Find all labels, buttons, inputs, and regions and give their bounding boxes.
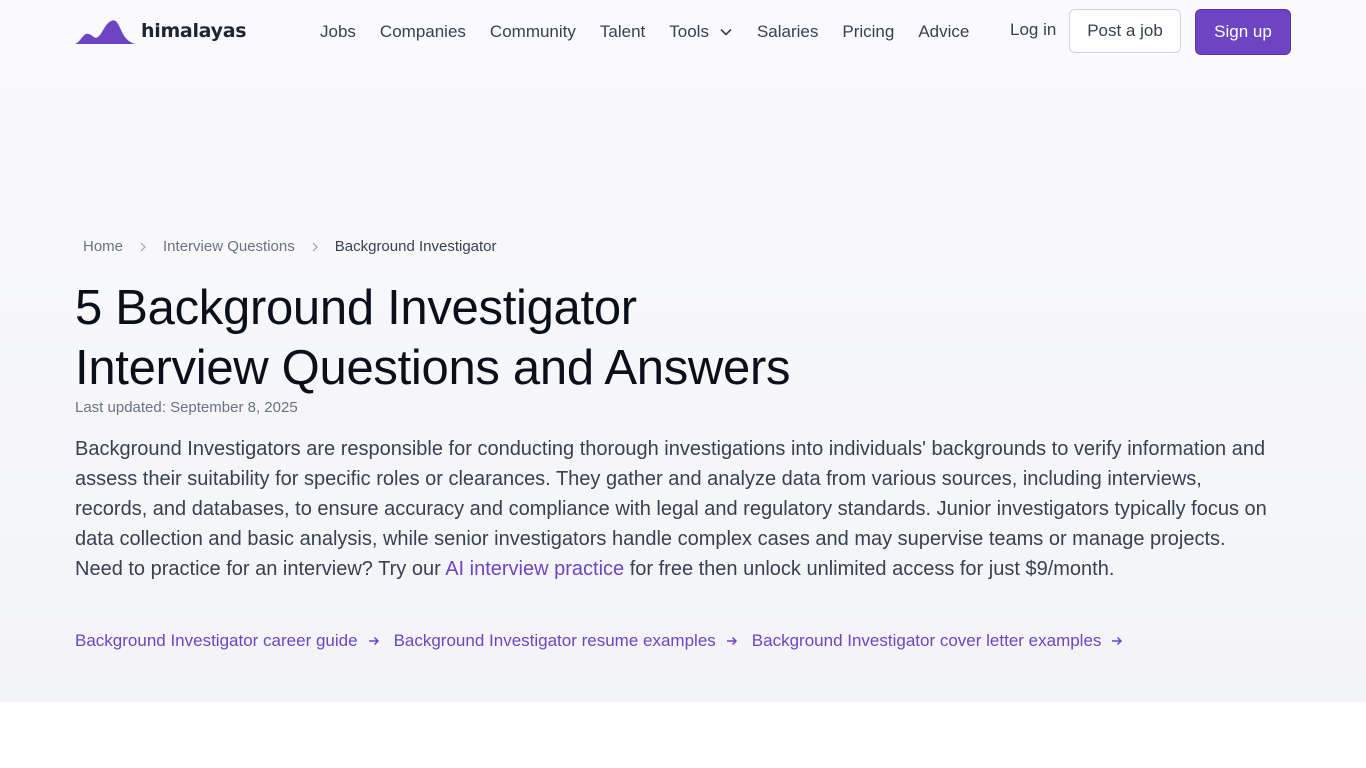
logo-text: himalayas (141, 20, 247, 42)
page-title-line2: Interview Questions and Answers (75, 341, 791, 395)
mountain-logo-icon (75, 20, 135, 44)
top-navigation: himalayas Jobs Companies Community Talen… (0, 0, 1366, 64)
related-links: Background Investigator career guide Bac… (75, 631, 1137, 651)
resume-examples-label: Background Investigator resume examples (393, 631, 716, 650)
sign-up-button[interactable]: Sign up (1195, 9, 1291, 55)
page-description: Background Investigators are responsible… (75, 434, 1275, 584)
nav-salaries[interactable]: Salaries (757, 22, 818, 42)
nav-talent[interactable]: Talent (600, 22, 645, 42)
logo[interactable]: himalayas (75, 16, 247, 46)
nav-companies-label: Companies (379, 22, 466, 41)
career-guide-label: Background Investigator career guide (75, 631, 358, 650)
login-link[interactable]: Log in (1010, 20, 1056, 40)
arrow-right-icon (368, 636, 379, 646)
nav-jobs[interactable]: Jobs (320, 22, 356, 42)
page-title-line1: 5 Background Investigator (75, 281, 637, 335)
arrow-right-icon (726, 636, 737, 646)
nav-tools[interactable]: Tools (669, 22, 733, 42)
resume-examples-link[interactable]: Background Investigator resume examples (394, 631, 738, 651)
chevron-down-icon (720, 28, 732, 36)
chevron-right-icon (312, 242, 318, 251)
nav-community[interactable]: Community (490, 22, 576, 42)
nav-talent-label: Talent (599, 22, 646, 41)
description-text-end: for free then unlock unlimited access fo… (624, 558, 1115, 580)
breadcrumb-interview-questions[interactable]: Interview Questions (163, 238, 295, 255)
breadcrumb: Home Interview Questions Background Inve… (83, 238, 497, 255)
nav-tools-label: Tools (669, 22, 709, 41)
cover-letter-examples-label: Background Investigator cover letter exa… (751, 631, 1102, 650)
breadcrumb-current: Background Investigator (334, 238, 497, 255)
post-job-button[interactable]: Post a job (1069, 9, 1181, 53)
breadcrumb-home[interactable]: Home (83, 238, 123, 255)
nav-advice-label: Advice (918, 22, 970, 41)
nav-pricing-label: Pricing (842, 22, 895, 41)
nav-jobs-label: Jobs (320, 22, 356, 41)
nav-companies[interactable]: Companies (380, 22, 466, 42)
main-nav: Jobs Companies Community Talent Tools Sa… (308, 20, 981, 44)
ai-interview-practice-link[interactable]: AI interview practice (445, 558, 624, 580)
career-guide-link[interactable]: Background Investigator career guide (75, 631, 380, 651)
nav-advice[interactable]: Advice (918, 22, 969, 42)
nav-community-label: Community (489, 22, 576, 41)
arrow-right-icon (1112, 636, 1123, 646)
chevron-right-icon (140, 242, 146, 251)
last-updated: Last updated: September 8, 2025 (75, 399, 298, 416)
nav-pricing[interactable]: Pricing (842, 22, 894, 42)
cover-letter-examples-link[interactable]: Background Investigator cover letter exa… (752, 631, 1124, 651)
nav-salaries-label: Salaries (756, 22, 819, 41)
page-title: 5 Background Investigator Interview Ques… (75, 278, 875, 398)
